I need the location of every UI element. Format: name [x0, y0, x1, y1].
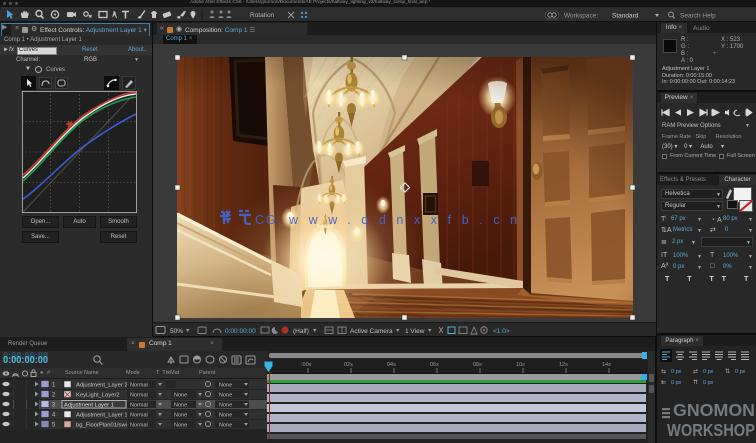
svg-text:Normal: Normal — [130, 403, 148, 409]
svg-text:None: None — [219, 413, 232, 419]
svg-text:Standard: Standard — [612, 13, 639, 20]
svg-text:Adjustment_Layer 1: Adjustment_Layer 1 — [76, 413, 128, 419]
svg-text:None: None — [219, 423, 232, 429]
svg-text:WORKSHOP: WORKSHOP — [667, 420, 755, 440]
svg-text:bg_FloorPlan01/swing: bg_FloorPlan01/swing — [76, 423, 133, 429]
svg-text:<1.0>: <1.0> — [493, 328, 510, 335]
svg-text:Normal: Normal — [130, 423, 148, 429]
svg-text:Search Help: Search Help — [680, 13, 716, 20]
svg-text:Workspace:: Workspace: — [564, 13, 598, 20]
svg-text:1 View: 1 View — [405, 328, 425, 335]
svg-text:Normal: Normal — [130, 413, 148, 419]
svg-text:Adjustment Layer 1: Adjustment Layer 1 — [64, 403, 114, 409]
svg-text:Adjustment_Layer 2: Adjustment_Layer 2 — [76, 383, 128, 389]
svg-text:GNOMON: GNOMON — [673, 400, 755, 420]
svg-text:None: None — [219, 393, 232, 399]
svg-text:0:00:00:00: 0:00:00:00 — [225, 328, 256, 335]
svg-text:None: None — [174, 423, 187, 429]
svg-text:None: None — [174, 403, 187, 409]
svg-text:Rotation: Rotation — [250, 12, 275, 19]
svg-text:KeyLight_Layer2: KeyLight_Layer2 — [76, 393, 120, 399]
svg-text:Active Camera: Active Camera — [350, 328, 393, 335]
svg-text:50%: 50% — [170, 328, 183, 335]
svg-text:Normal: Normal — [130, 383, 148, 389]
svg-text:None: None — [219, 383, 232, 389]
svg-text:Normal: Normal — [130, 393, 148, 399]
svg-text:None: None — [174, 393, 187, 399]
svg-text:(Half): (Half) — [293, 328, 309, 335]
svg-text:None: None — [174, 413, 187, 419]
svg-text:None: None — [219, 403, 232, 409]
